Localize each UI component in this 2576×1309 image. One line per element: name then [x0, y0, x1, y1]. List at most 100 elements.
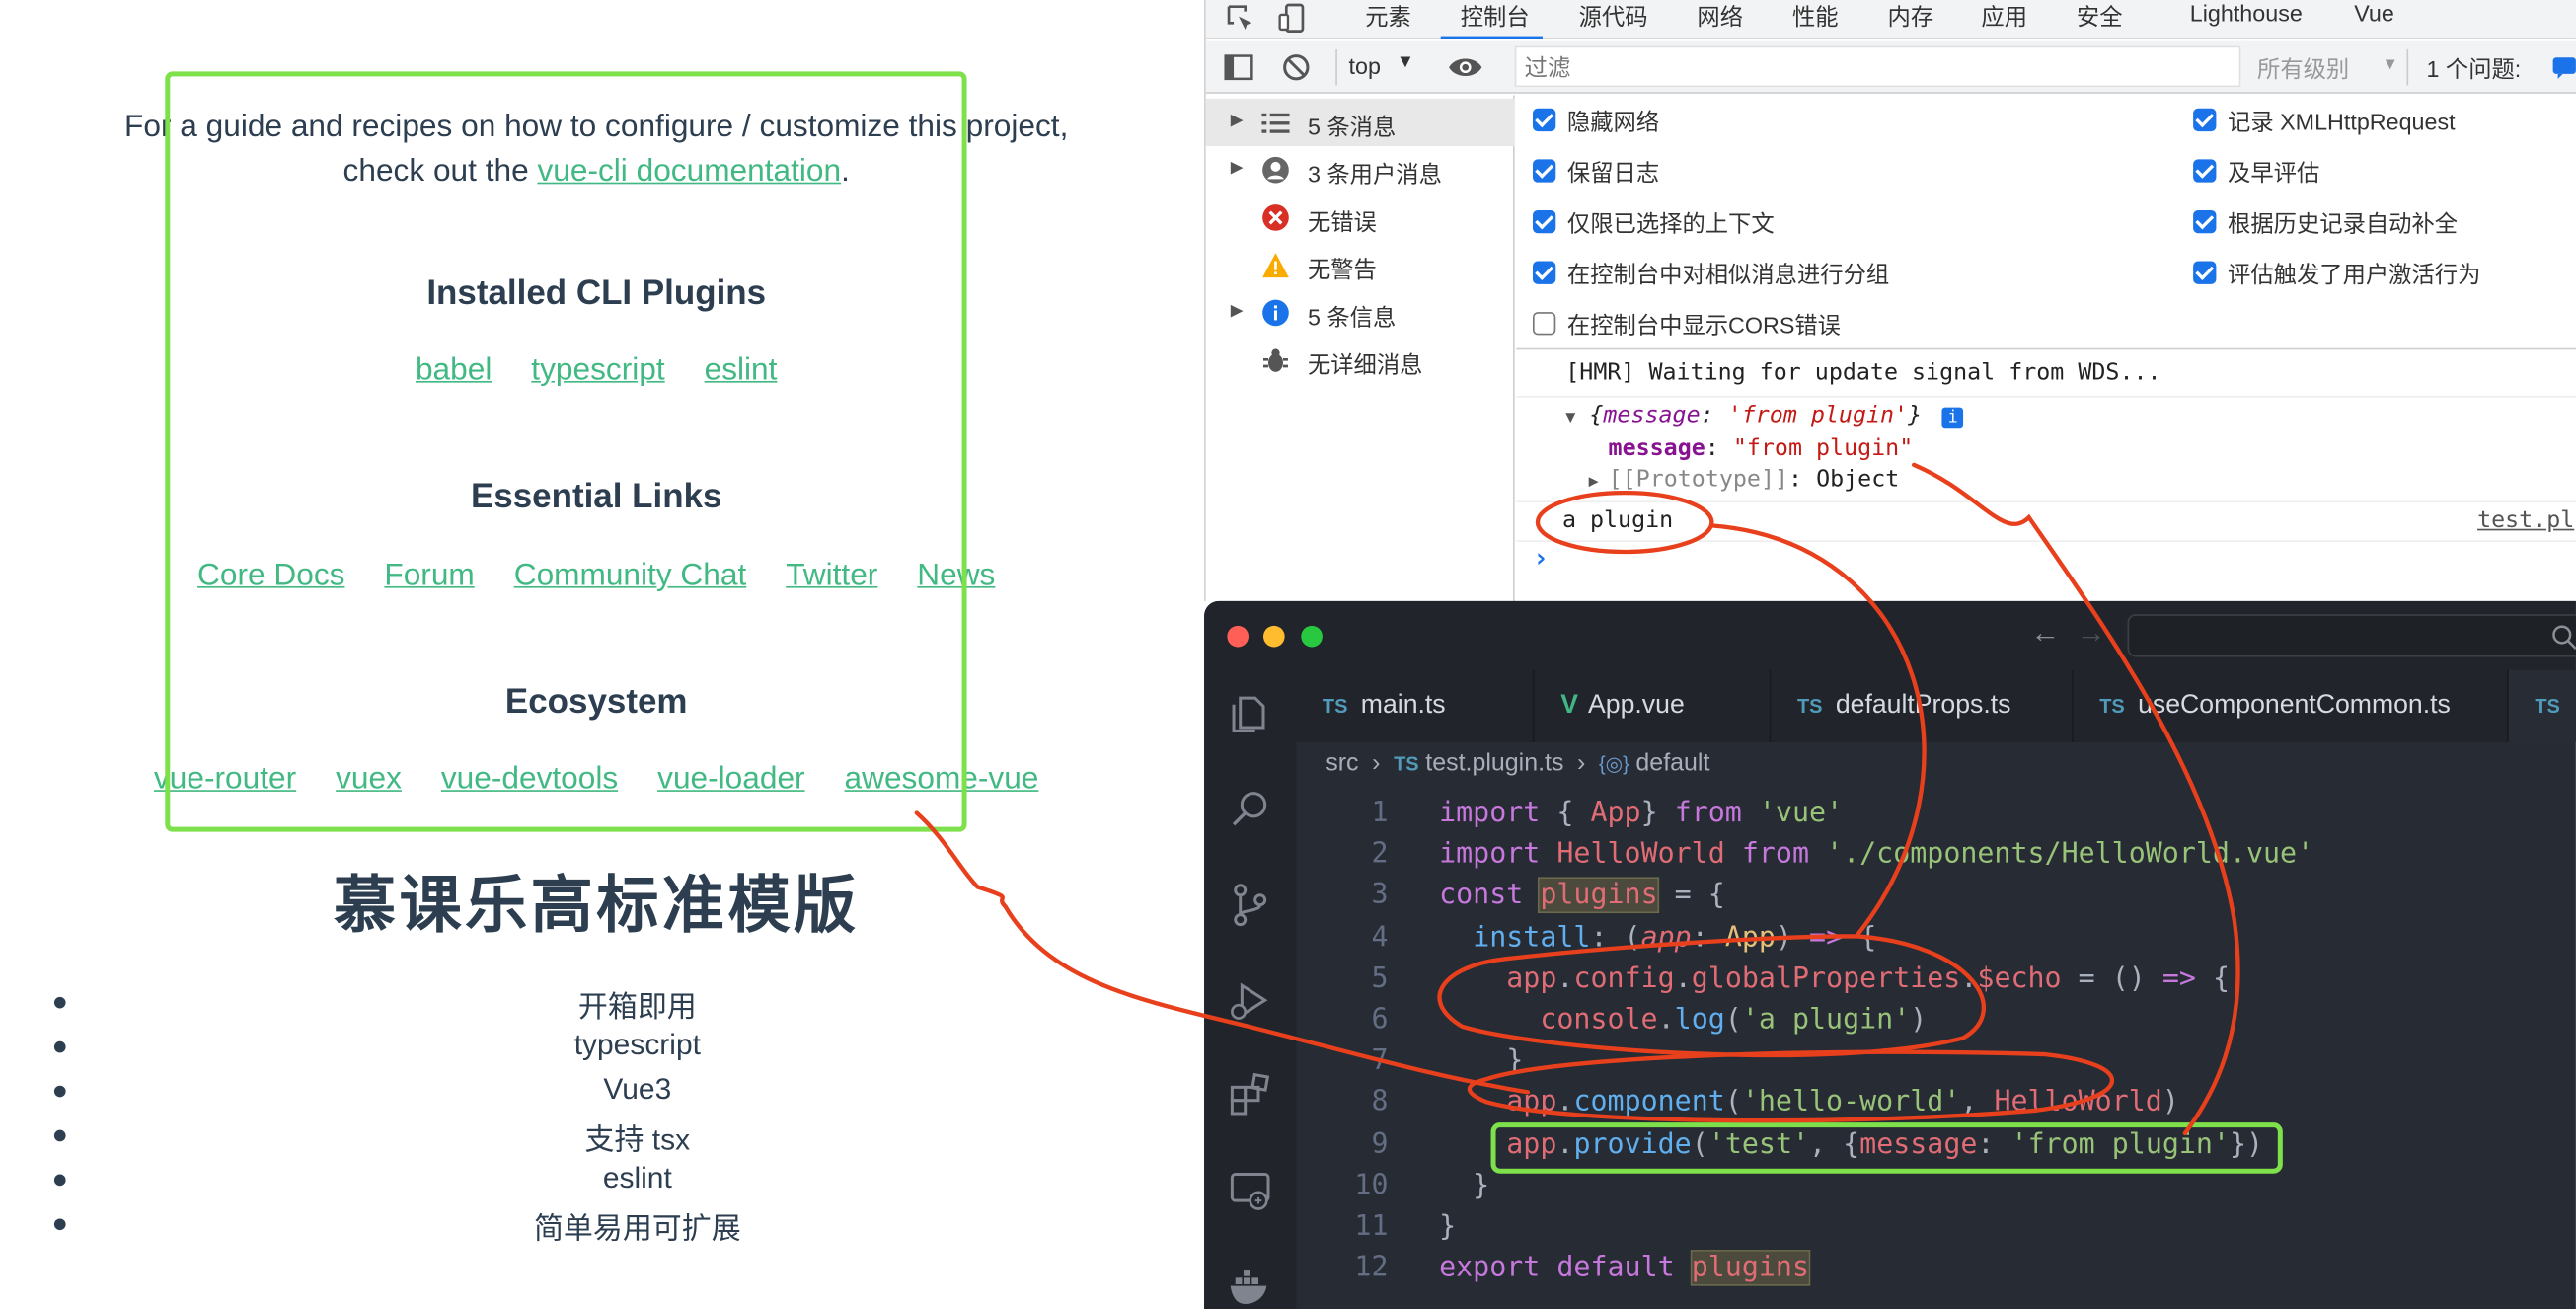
plugin-link[interactable]: babel	[416, 353, 492, 390]
code-line[interactable]: const plugins = {	[1439, 878, 1725, 914]
expand-arrow-icon[interactable]: ▶	[1231, 159, 1244, 177]
maximize-window-button[interactable]	[1301, 625, 1323, 648]
tab-default-props-ts[interactable]: TS defaultProps.ts	[1771, 669, 2074, 742]
sidebar-item-warnings[interactable]: 无警告	[1206, 242, 1515, 289]
tab-use-component-common-ts[interactable]: TS useComponentCommon.ts	[2073, 669, 2509, 742]
clear-console-icon[interactable]	[1281, 52, 1311, 82]
back-arrow-icon[interactable]: ←	[2030, 616, 2060, 651]
devtools-tab-sources[interactable]: 源代码	[1579, 0, 1648, 33]
code-line[interactable]: }	[1439, 1169, 1489, 1201]
devtools-tab-console[interactable]: 控制台	[1440, 0, 1543, 39]
proto-value: Object	[1816, 466, 1900, 494]
info-badge-icon[interactable]: i	[1941, 407, 1964, 429]
sidebar-item-messages[interactable]: ▶ 5 条消息	[1205, 98, 1515, 147]
docker-icon[interactable]	[1226, 1262, 1275, 1309]
sidebar-item-info[interactable]: ▶ 5 条信息	[1206, 289, 1515, 337]
console-source-link[interactable]: test.pl	[2477, 507, 2574, 534]
expand-arrow-icon[interactable]: ▶	[1589, 473, 1609, 491]
devtools-tab-application[interactable]: 应用	[1981, 0, 2027, 33]
code-line[interactable]: import { App} from 'vue'	[1439, 797, 1843, 829]
close-window-button[interactable]	[1227, 625, 1250, 648]
checkbox-checked[interactable]	[1532, 261, 1556, 284]
expand-arrow-icon[interactable]: ▶	[1231, 112, 1244, 129]
code-line[interactable]: export default plugins	[1439, 1250, 1811, 1286]
breadcrumb-folder[interactable]: src	[1326, 749, 1358, 777]
console-object-summary[interactable]: ▼ {message: 'from plugin'} i	[1565, 403, 1964, 429]
plugin-link[interactable]: typescript	[531, 353, 664, 390]
checkbox-checked[interactable]	[2193, 261, 2217, 284]
context-selector[interactable]: top	[1349, 52, 1381, 79]
live-expression-eye-icon[interactable]	[1447, 54, 1483, 81]
breadcrumb-file[interactable]: test.plugin.ts	[1425, 749, 1563, 777]
code-line[interactable]: }	[1439, 1044, 1523, 1077]
tab-test-plugin-ts[interactable]: TS	[2508, 669, 2576, 742]
ecosystem-link[interactable]: awesome-vue	[845, 762, 1039, 799]
code-line[interactable]: }	[1439, 1210, 1456, 1243]
command-center-search[interactable]	[2127, 614, 2576, 657]
device-toolbar-icon[interactable]	[1278, 2, 1308, 35]
devtools-tab-performance[interactable]: 性能	[1792, 0, 1839, 33]
explorer-files-icon[interactable]	[1226, 690, 1275, 739]
devtools-tab-security[interactable]: 安全	[2077, 0, 2123, 33]
remote-explorer-icon[interactable]	[1226, 1166, 1275, 1215]
filter-input[interactable]	[1516, 47, 2239, 86]
log-levels-dropdown[interactable]: 所有级别	[2257, 52, 2349, 85]
checkbox-checked[interactable]	[1532, 108, 1556, 132]
checkbox-checked[interactable]	[2193, 108, 2217, 132]
devtools-tab-lighthouse[interactable]: Lighthouse	[2190, 0, 2303, 27]
code-line[interactable]: app.component('hello-world', HelloWorld)	[1439, 1086, 2179, 1118]
essential-link[interactable]: Community Chat	[514, 559, 747, 595]
checkbox-checked[interactable]	[2193, 209, 2217, 234]
breadcrumb-symbol[interactable]: default	[1635, 749, 1709, 777]
ecosystem-link[interactable]: vue-router	[154, 762, 296, 799]
code-editor[interactable]: 1 import { App} from 'vue' 2 import HelloWo…	[1296, 782, 2576, 1309]
chevron-down-icon[interactable]: ▼	[1397, 52, 1414, 72]
inspect-element-icon[interactable]	[1226, 3, 1255, 33]
code-line[interactable]: import HelloWorld from './components/Hel…	[1439, 838, 2313, 871]
console-prototype[interactable]: ▶ [[Prototype]]: Object	[1589, 466, 1900, 493]
devtools-tab-network[interactable]: 网络	[1697, 0, 1743, 33]
essential-link[interactable]: Twitter	[786, 559, 877, 595]
code-line[interactable]: console.log('a plugin')	[1439, 1004, 1927, 1037]
essential-link[interactable]: News	[917, 559, 995, 595]
sidebar-item-errors[interactable]: 无错误	[1206, 193, 1515, 241]
devtools-tab-vue[interactable]: Vue	[2354, 0, 2394, 27]
vue-cli-docs-link[interactable]: vue-cli documentation	[537, 154, 841, 189]
sidebar-toggle-icon[interactable]	[1224, 52, 1253, 82]
issues-counter[interactable]: 1 个问题:	[2426, 52, 2521, 85]
essential-link[interactable]: Forum	[384, 559, 474, 595]
checkbox-checked[interactable]	[2193, 159, 2217, 183]
search-icon[interactable]	[1226, 785, 1275, 834]
essential-link[interactable]: Core Docs	[197, 559, 344, 595]
tab-main-ts[interactable]: TS main.ts	[1296, 669, 1535, 742]
search-icon	[2552, 625, 2576, 651]
plugin-link[interactable]: eslint	[705, 353, 778, 390]
collapse-arrow-icon[interactable]: ▼	[1565, 409, 1575, 426]
code-line[interactable]: app.config.globalProperties.$echo = () =…	[1439, 962, 2230, 995]
chevron-down-icon[interactable]: ▼	[2383, 56, 2398, 74]
expand-arrow-icon[interactable]: ▶	[1231, 302, 1244, 320]
forward-arrow-icon[interactable]: →	[2077, 616, 2106, 651]
source-control-icon[interactable]	[1226, 881, 1275, 930]
devtools-tab-elements[interactable]: 元素	[1365, 0, 1411, 33]
ts-file-icon: TS	[1394, 751, 1419, 776]
checkbox-checked[interactable]	[1532, 209, 1556, 234]
extensions-icon[interactable]	[1226, 1071, 1275, 1120]
tab-app-vue[interactable]: V App.vue	[1534, 669, 1772, 742]
checkbox-unchecked[interactable]	[1532, 312, 1556, 336]
ecosystem-link[interactable]: vue-loader	[657, 762, 804, 799]
devtools-tab-memory[interactable]: 内存	[1888, 0, 1934, 33]
sidebar-item-user-messages[interactable]: ▶ 3 条用户消息	[1206, 146, 1515, 193]
ecosystem-link[interactable]: vue-devtools	[441, 762, 618, 799]
issue-message-icon[interactable]	[2551, 56, 2576, 79]
code-line[interactable]: install: (app: App) => {	[1439, 921, 1876, 954]
minimize-window-button[interactable]	[1263, 625, 1285, 648]
code-token: const	[1439, 879, 1524, 913]
code-line[interactable]: app.provide('test', {message: 'from plug…	[1439, 1127, 2263, 1160]
ecosystem-link[interactable]: vuex	[336, 762, 402, 799]
checkbox-checked[interactable]	[1532, 159, 1556, 183]
console-prompt[interactable]: ›	[1533, 542, 1549, 574]
run-debug-icon[interactable]	[1226, 975, 1275, 1025]
sidebar-item-verbose[interactable]: 无详细消息	[1206, 337, 1515, 384]
